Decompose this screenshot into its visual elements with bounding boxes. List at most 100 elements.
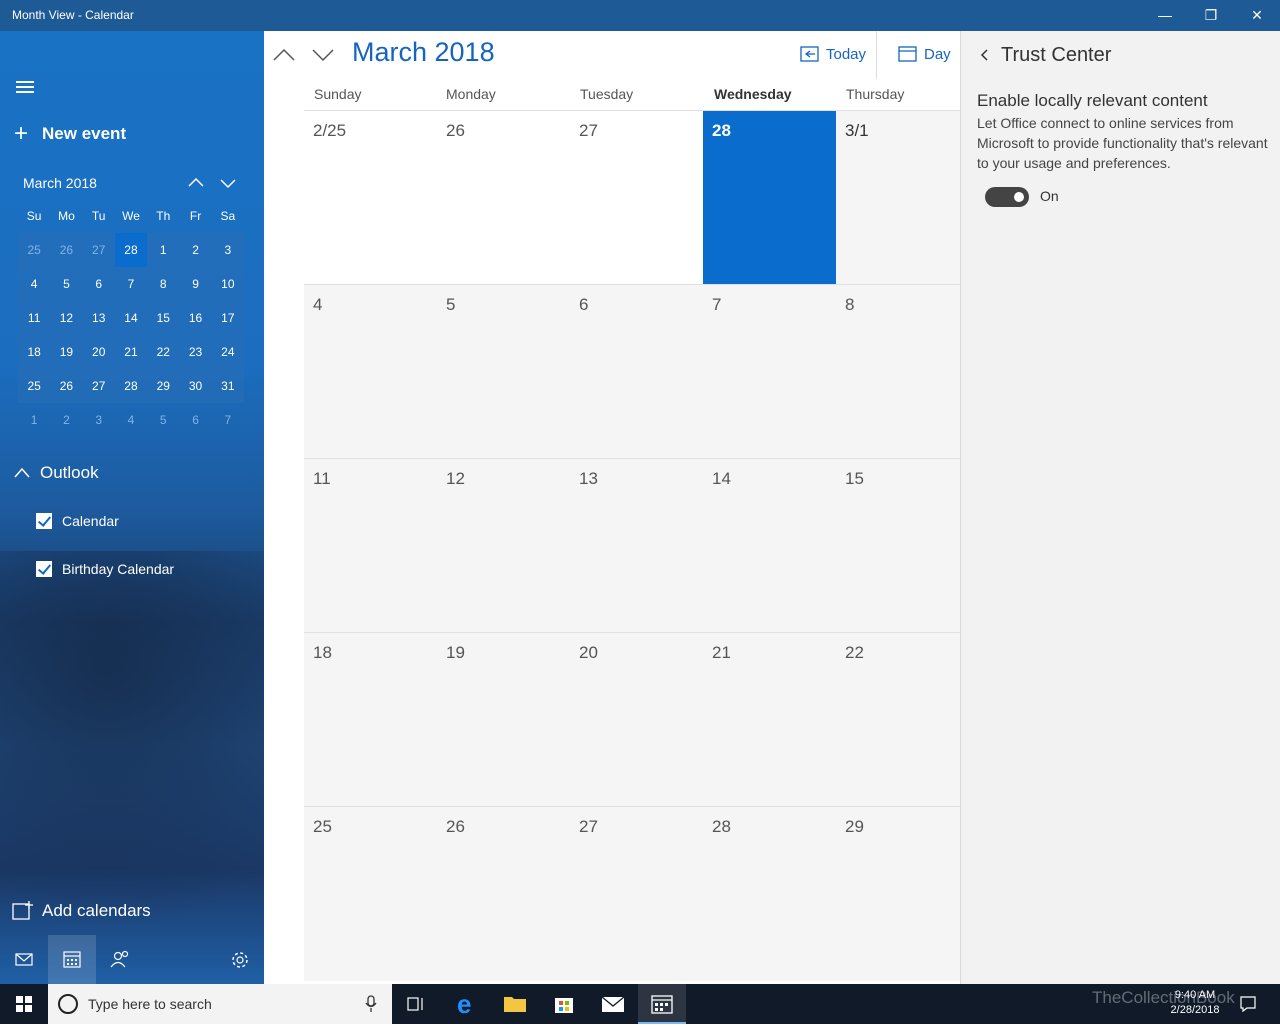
day-cell[interactable]: 19 [437,633,570,807]
mini-day[interactable]: 13 [82,301,115,335]
notification-icon[interactable] [1238,994,1258,1014]
mini-day[interactable]: 5 [147,403,179,437]
mini-day-today[interactable]: 28 [114,233,148,267]
mini-day[interactable]: 9 [179,267,212,301]
day-cell[interactable]: 22 [836,633,960,807]
day-cell[interactable]: 20 [570,633,703,807]
day-cell[interactable]: 6 [570,285,703,459]
mini-day[interactable]: 11 [18,301,51,335]
mini-day[interactable]: 29 [147,369,180,403]
back-arrow-icon[interactable] [977,45,993,65]
mini-day[interactable]: 24 [211,335,244,369]
day-cell[interactable]: 2/25 [304,111,437,285]
next-month-icon[interactable] [310,43,336,67]
mini-day[interactable]: 26 [50,233,83,267]
mini-day[interactable]: 6 [82,267,115,301]
day-cell[interactable]: 8 [836,285,960,459]
hamburger-menu-icon[interactable] [16,81,34,93]
day-cell[interactable]: 26 [437,807,570,981]
day-cell[interactable]: 3/1 [836,111,960,285]
mini-day[interactable]: 27 [82,233,115,267]
close-button[interactable]: ✕ [1234,0,1280,31]
day-cell[interactable]: 12 [437,459,570,633]
mini-day[interactable]: 8 [147,267,180,301]
day-cell[interactable]: 28 [703,807,836,981]
mini-day[interactable]: 14 [114,301,148,335]
day-cell[interactable]: 5 [437,285,570,459]
mini-day[interactable]: 1 [147,233,180,267]
mini-day[interactable]: 31 [211,369,244,403]
month-title[interactable]: March 2018 [352,37,495,68]
mini-day[interactable]: 3 [83,403,115,437]
mini-day[interactable]: 2 [179,233,212,267]
day-cell-selected[interactable]: 28 [703,111,836,285]
day-cell[interactable]: 26 [437,111,570,285]
mini-day[interactable]: 28 [114,369,148,403]
day-cell[interactable]: 29 [836,807,960,981]
day-view-button[interactable]: Day [898,45,951,63]
settings-button[interactable] [216,935,264,984]
mini-day[interactable]: 25 [18,369,51,403]
system-clock[interactable]: 9:40 AM 2/28/2018 [1160,988,1230,1018]
mini-calendar-prev-icon[interactable] [184,171,208,195]
minimize-button[interactable]: — [1142,0,1188,31]
day-cell[interactable]: 27 [570,111,703,285]
mini-day[interactable]: 21 [114,335,148,369]
checkbox-checked-icon[interactable] [36,513,52,529]
mini-day[interactable]: 10 [211,267,244,301]
mini-day[interactable]: 18 [18,335,51,369]
mini-day[interactable]: 1 [18,403,50,437]
day-cell[interactable]: 25 [304,807,437,981]
day-cell[interactable]: 11 [304,459,437,633]
mini-day[interactable]: 16 [179,301,212,335]
day-cell[interactable]: 27 [570,807,703,981]
mini-day[interactable]: 30 [179,369,212,403]
mini-day[interactable]: 15 [147,301,180,335]
mini-day[interactable]: 7 [212,403,244,437]
mini-day[interactable]: 27 [82,369,115,403]
mini-day[interactable]: 7 [114,267,148,301]
mini-day[interactable]: 6 [179,403,211,437]
task-view-button[interactable] [392,984,440,1024]
mini-day[interactable]: 4 [115,403,147,437]
mini-day[interactable]: 5 [50,267,83,301]
day-cell[interactable]: 13 [570,459,703,633]
mini-day[interactable]: 3 [211,233,244,267]
mini-day[interactable]: 17 [211,301,244,335]
day-cell[interactable]: 7 [703,285,836,459]
store-button[interactable] [540,984,588,1024]
taskbar-search-box[interactable]: Type here to search [48,984,392,1024]
start-button[interactable] [0,984,48,1024]
today-button[interactable]: Today [800,45,866,63]
day-cell[interactable]: 21 [703,633,836,807]
mini-day[interactable]: 22 [147,335,180,369]
edge-browser-button[interactable]: e [443,984,491,1024]
mini-day[interactable]: 4 [18,267,51,301]
mini-day[interactable]: 2 [50,403,82,437]
mini-day[interactable]: 19 [50,335,83,369]
day-cell[interactable]: 4 [304,285,437,459]
add-calendars-button[interactable]: Add calendars [12,901,151,921]
locally-relevant-content-toggle[interactable] [985,187,1029,207]
mail-app-button[interactable] [589,984,637,1024]
previous-month-icon[interactable] [271,43,297,67]
calendar-app-button[interactable] [638,984,686,1024]
mini-day[interactable]: 25 [18,233,51,267]
mini-day[interactable]: 20 [82,335,115,369]
microphone-icon[interactable] [364,995,378,1013]
calendar-checkbox-item[interactable]: Calendar [36,513,119,529]
file-explorer-button[interactable] [491,984,539,1024]
day-cell[interactable]: 15 [836,459,960,633]
birthday-calendar-checkbox-item[interactable]: Birthday Calendar [36,561,174,577]
mini-calendar-next-icon[interactable] [216,171,240,195]
mail-button[interactable] [0,935,48,984]
mini-calendar-month[interactable]: March 2018 [23,175,97,191]
restore-button[interactable]: ❐ [1188,0,1234,31]
mini-day[interactable]: 23 [179,335,212,369]
outlook-account-toggle[interactable]: Outlook [14,463,99,483]
mini-day[interactable]: 12 [50,301,83,335]
checkbox-checked-icon[interactable] [36,561,52,577]
mini-day[interactable]: 26 [50,369,83,403]
new-event-button[interactable]: + New event [14,122,126,146]
day-cell[interactable]: 18 [304,633,437,807]
